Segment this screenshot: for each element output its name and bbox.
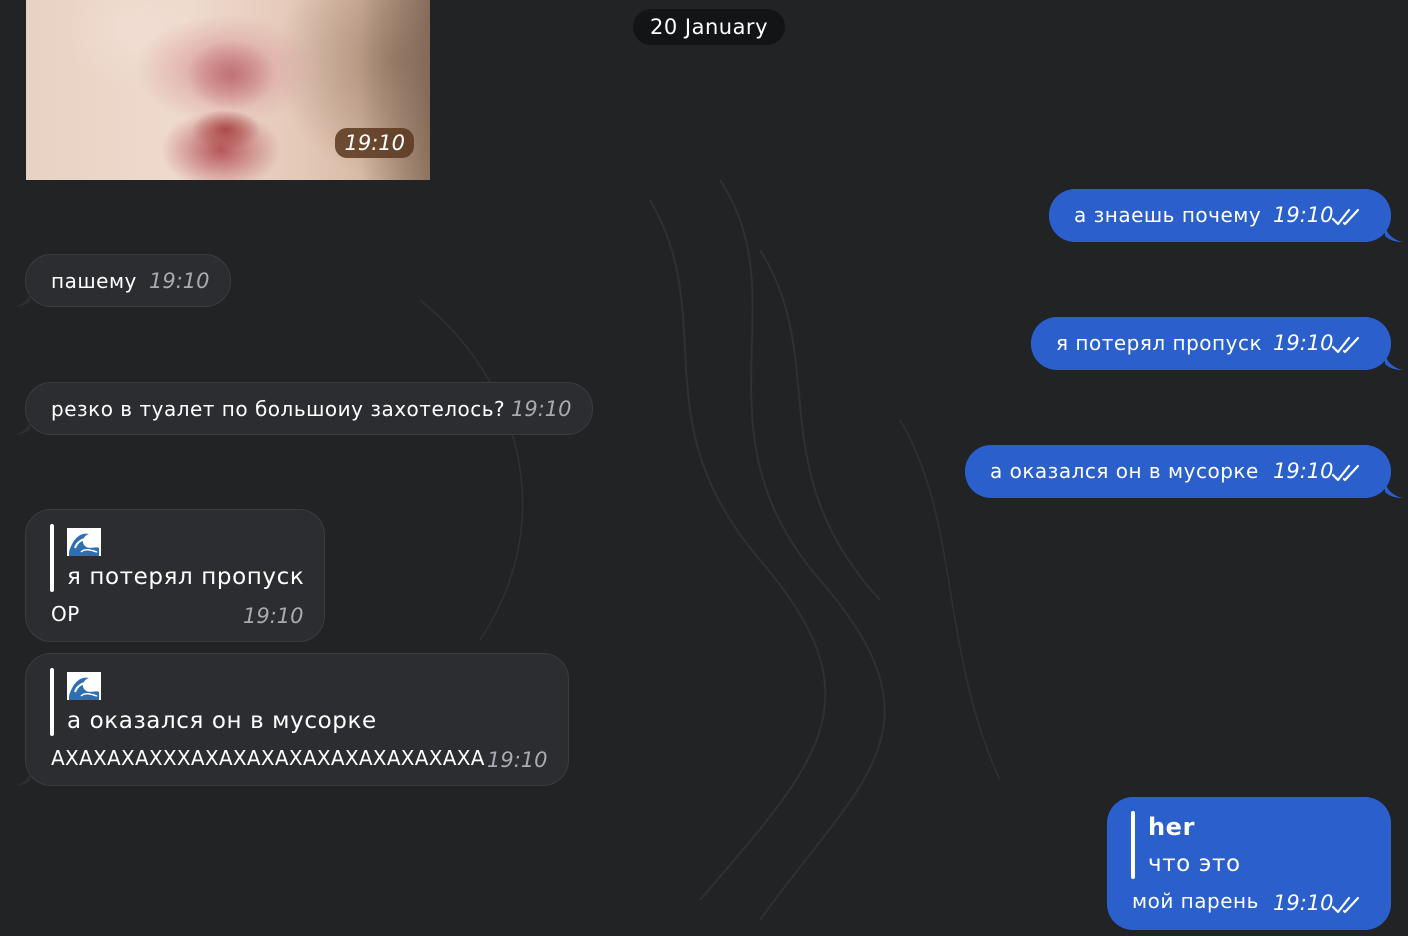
reply-quote-text: что это <box>1148 851 1241 877</box>
double-check-icon <box>1331 464 1360 482</box>
photo-detail <box>186 40 276 110</box>
bubble-tail <box>13 291 31 307</box>
message-incoming-reply[interactable]: я потерял пропуск ОР 19:10 <box>25 509 325 642</box>
reply-quote-text: я потерял пропуск <box>67 564 305 590</box>
reply-quote-bar <box>1131 811 1135 879</box>
message-timestamp: 19:10 <box>1273 459 1334 483</box>
message-timestamp: 19:10 <box>511 397 572 421</box>
double-check-icon <box>1331 208 1360 226</box>
message-timestamp: 19:10 <box>243 604 304 628</box>
date-separator[interactable]: 20 January <box>633 9 785 45</box>
reply-author: her <box>1148 813 1195 841</box>
photo-message[interactable]: 19:10 <box>26 0 430 180</box>
message-outgoing[interactable]: а знаешь почему 19:10 <box>1049 189 1391 242</box>
message-incoming[interactable]: пашему 19:10 <box>25 254 231 307</box>
message-incoming[interactable]: резко в туалет по большоиу захотелось? 1… <box>25 382 593 435</box>
double-check-icon <box>1331 896 1360 914</box>
message-text: ОР <box>51 602 80 626</box>
bubble-tail <box>1385 482 1403 498</box>
message-text: пашему <box>51 269 137 293</box>
bubble-tail <box>13 419 31 435</box>
message-text: а знаешь почему <box>1074 203 1262 227</box>
bubble-tail <box>1385 354 1403 370</box>
message-text: а оказался он в мусорке <box>990 459 1259 483</box>
wave-emoji-icon <box>67 672 101 700</box>
bubble-tail <box>1385 226 1403 242</box>
message-timestamp: 19:10 <box>487 748 548 772</box>
message-timestamp: 19:10 <box>1273 203 1334 227</box>
message-timestamp: 19:10 <box>1273 331 1334 355</box>
chat-view: 19:10 20 January а знаешь почему 19:10 п… <box>0 0 1408 936</box>
message-outgoing[interactable]: а оказался он в мусорке 19:10 <box>965 445 1391 498</box>
wave-emoji-icon <box>67 528 101 556</box>
message-text: мой парень <box>1132 889 1259 913</box>
photo-timestamp: 19:10 <box>335 128 414 158</box>
message-text: резко в туалет по большоиу захотелось? <box>51 397 506 421</box>
message-text: я потерял пропуск <box>1056 331 1263 355</box>
message-outgoing[interactable]: я потерял пропуск 19:10 <box>1031 317 1391 370</box>
message-text: АХАХАХАХХХАХАХАХАХАХАХАХАХАХАХА <box>51 746 485 770</box>
message-timestamp: 19:10 <box>149 269 210 293</box>
reply-quote-bar <box>50 524 54 592</box>
bubble-tail <box>13 770 31 786</box>
message-incoming-reply[interactable]: а оказался он в мусорке АХАХАХАХХХАХАХАХ… <box>25 653 569 786</box>
reply-quote-text: а оказался он в мусорке <box>67 708 377 734</box>
message-timestamp: 19:10 <box>1273 891 1334 915</box>
double-check-icon <box>1331 336 1360 354</box>
photo-detail <box>191 110 261 150</box>
reply-quote-bar <box>50 668 54 736</box>
message-outgoing-reply[interactable]: her что это мой парень 19:10 <box>1107 797 1391 930</box>
